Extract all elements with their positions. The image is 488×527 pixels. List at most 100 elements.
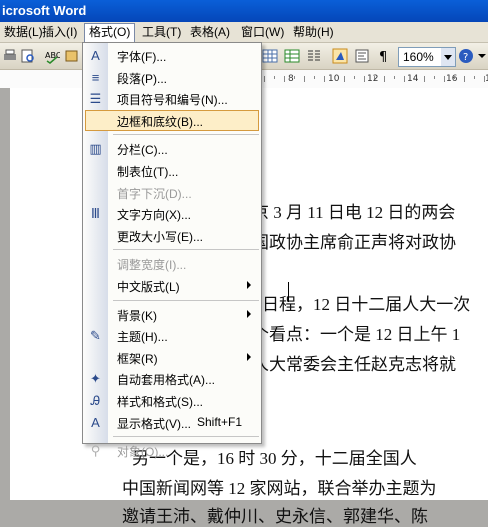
format-menu-item[interactable]: ✎ 主题(H)... (83, 325, 261, 346)
menu-2[interactable]: 格式(O) (84, 23, 136, 43)
left-margin-area (0, 88, 10, 500)
ruler-tick (384, 76, 385, 82)
window-title: icrosoft Word (2, 3, 87, 18)
theme-icon: ✎ (90, 328, 101, 344)
print-preview-icon[interactable] (20, 48, 36, 64)
zoom-box[interactable]: 160% (398, 47, 456, 67)
menu-item-label: 边框和底纹(B)... (117, 114, 203, 129)
show-hide-marks-icon[interactable]: ¶ (376, 48, 392, 64)
toolbar-options-icon[interactable] (476, 48, 488, 64)
ruler-tick (454, 76, 455, 79)
format-menu-item[interactable]: 背景(K) (83, 304, 261, 325)
format-menu-item[interactable]: A 字体(F)... (83, 45, 261, 66)
menu-item-label: 框架(R) (117, 351, 158, 366)
ruler-tick (274, 76, 275, 79)
format-menu-item: ⚲ 对象(O)... (83, 440, 261, 461)
menu-bar: 数据(L) 插入(I) 格式(O) 工具(T) 表格(A) 窗口(W) 帮助(H) (0, 22, 488, 43)
format-menu-item[interactable]: 边框和底纹(B)... (85, 109, 259, 131)
research-icon[interactable] (64, 48, 80, 64)
format-menu-item[interactable]: A 显示格式(V)... Shift+F1 (83, 412, 261, 433)
menu-4[interactable]: 表格(A) (186, 24, 234, 40)
svg-text:¶: ¶ (379, 50, 387, 64)
format-menu: A 字体(F)... ≡ 段落(P)... ☰ 项目符号和编号(N)... 边框和底纹(B)… (82, 42, 262, 459)
format-menu-item[interactable]: 更改大小写(E)... (83, 225, 261, 246)
title-bar: icrosoft Word (0, 0, 488, 22)
menu-separator (113, 249, 259, 251)
format-menu-item[interactable]: Ⅲ 文字方向(X)... (83, 203, 261, 224)
ruler-tick (394, 76, 395, 79)
format-menu-item: 调整宽度(I)... (83, 253, 261, 274)
menu-item-label: 项目符号和编号(N)... (117, 93, 228, 108)
document-map-icon[interactable] (354, 48, 370, 64)
menu-separator (113, 134, 259, 136)
styles-icon: Ꭿ (90, 393, 101, 408)
spelling-icon[interactable]: ABC (44, 48, 60, 64)
ruler-tick (264, 76, 265, 82)
ruler-tick (294, 76, 295, 79)
paragraph-icon: ≡ (91, 69, 100, 85)
format-menu-item[interactable]: 框架(R) (83, 347, 261, 368)
menu-5[interactable]: 窗口(W) (237, 24, 288, 40)
document-text-line: 京 3 月 11 日电 12 日的两会 (252, 203, 456, 222)
menu-3[interactable]: 工具(T) (138, 24, 185, 40)
menu-1[interactable]: 插入(I) (38, 24, 81, 40)
menu-item-label: 首字下沉(D)... (117, 186, 192, 201)
menu-item-label: 制表位(T)... (117, 165, 179, 179)
submenu-arrow-icon (247, 352, 251, 361)
ruler-tick (324, 76, 325, 82)
text-direction-icon: Ⅲ (91, 206, 100, 222)
ruler-tick (434, 76, 435, 79)
menu-item-label: 自动套用格式(A)... (117, 373, 215, 388)
format-menu-item[interactable]: ✦ 自动套用格式(A)... (83, 368, 261, 389)
columns-toolbar-icon[interactable] (306, 48, 322, 64)
ruler-tick (364, 76, 365, 82)
ruler-label: 12 (367, 74, 379, 84)
menu-item-label: 文字方向(X)... (117, 208, 191, 223)
help-icon[interactable]: ? (458, 48, 474, 64)
ruler-label: 16 (446, 74, 458, 84)
ruler-tick (444, 76, 445, 82)
ruler-tick (374, 76, 375, 79)
menu-item-label: 主题(H)... (117, 330, 168, 345)
menu-item-label: 段落(P)... (117, 71, 167, 86)
insert-excel-icon[interactable] (284, 48, 300, 64)
menu-item-label: 显示格式(V)... (117, 416, 191, 431)
format-menu-item[interactable]: 中文版式(L) (83, 275, 261, 296)
menu-6[interactable]: 帮助(H) (289, 24, 338, 40)
ruler-tick (404, 76, 405, 82)
ruler-label: 8 (288, 74, 294, 84)
menu-item-label: 字体(F)... (117, 50, 167, 64)
print-icon[interactable] (2, 48, 18, 64)
drawing-icon[interactable] (332, 48, 348, 64)
document-text-line: 日程，12 日十二届人大一次 (262, 295, 471, 314)
submenu-arrow-icon (247, 281, 251, 289)
zoom-dropdown-arrow[interactable] (441, 48, 455, 66)
menu-item-label: 中文版式(L) (117, 280, 180, 294)
format-menu-item[interactable]: ▥ 分栏(C)... (83, 138, 261, 159)
menu-item-label: 样式和格式(S)... (117, 395, 203, 409)
ruler-label: 14 (407, 74, 419, 84)
menu-item-shortcut: Shift+F1 (197, 414, 243, 429)
document-text-line: 个看点：一个是 12 日上午 1 (252, 325, 461, 344)
ruler-tick (414, 76, 415, 79)
document-text-line: 国政协主席俞正声将对政协 (252, 233, 456, 252)
document-text-line: 人大常委会主任赵克志将就 (252, 355, 456, 374)
ruler-tick (484, 76, 485, 82)
table-icon[interactable] (262, 48, 278, 64)
bullets-icon: ☰ (89, 91, 102, 107)
format-menu-item: 首字下沉(D)... (83, 182, 261, 203)
ruler-tick (334, 76, 335, 79)
format-menu-item[interactable]: Ꭿ 样式和格式(S)... (83, 390, 261, 411)
ruler-tick (354, 76, 355, 79)
menu-separator (113, 299, 259, 301)
zoom-value: 160% (403, 50, 434, 64)
reveal-format-icon: A (91, 414, 100, 430)
format-menu-item[interactable]: ☰ 项目符号和编号(N)... (83, 88, 261, 109)
ruler-tick (464, 76, 465, 82)
menu-item-label: 分栏(C)... (117, 143, 168, 158)
menu-item-label: 对象(O)... (117, 445, 169, 460)
menu-item-label: 调整宽度(I)... (117, 258, 187, 273)
ruler-tick (284, 76, 285, 82)
format-menu-item[interactable]: ≡ 段落(P)... (83, 67, 261, 88)
format-menu-item[interactable]: 制表位(T)... (83, 160, 261, 181)
